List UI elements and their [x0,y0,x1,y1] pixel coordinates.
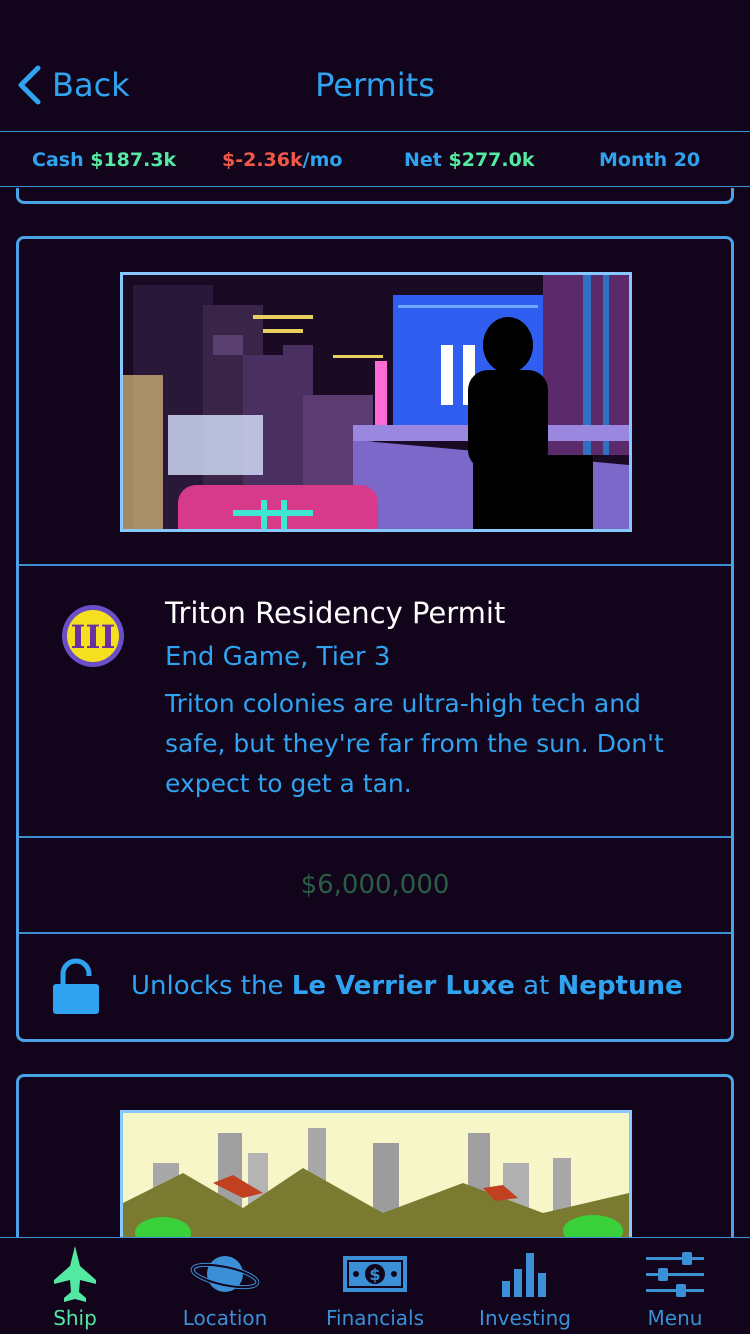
permit-card-next[interactable] [16,1074,734,1237]
permit-card[interactable]: III Triton Residency Permit End Game, Ti… [16,236,734,1042]
city-balcony-illustration [123,275,629,529]
tab-ship[interactable]: Ship [0,1238,150,1334]
tab-financials[interactable]: $ Financials [300,1238,450,1334]
tab-label: Financials [326,1306,424,1330]
burn-rate-value: $-2.36k [222,149,303,171]
tab-label: Investing [479,1306,571,1330]
unlock-row: Unlocks the Le Verrier Luxe at Neptune [19,934,731,1038]
planet-icon [190,1256,260,1292]
permit-image-section-next [19,1077,731,1237]
unlock-prefix: Unlocks the [131,971,292,1001]
net-worth-stat: Net $277.0k [404,133,534,187]
stats-bar: Cash $187.3k $-2.36k/mo Net $277.0k Mont… [0,133,750,187]
net-value: $277.0k [448,149,535,171]
ship-icon [54,1246,96,1302]
unlocked-padlock-icon [53,958,99,1014]
cash-label: Cash [32,149,91,171]
tab-menu[interactable]: Menu [600,1238,750,1334]
unlock-place: Neptune [557,971,683,1001]
app-screen: Back Permits Cash $187.3k $-2.36k/mo Net… [0,0,750,1334]
previous-card-edge [16,188,734,204]
burn-rate-unit: /mo [302,149,343,171]
permits-list[interactable]: III Triton Residency Permit End Game, Ti… [0,188,750,1237]
tier-badge-label: III [71,618,116,656]
bar-chart-icon [502,1253,546,1297]
permit-illustration [120,272,632,532]
tab-location[interactable]: Location [150,1238,300,1334]
tab-label: Location [182,1306,268,1330]
unlock-description: Unlocks the Le Verrier Luxe at Neptune [131,934,683,1038]
permit-subtitle: End Game, Tier 3 [165,642,391,672]
navigation-bar: Back Permits [0,0,750,132]
permit-image-section [19,239,731,566]
tab-label: Ship [53,1306,97,1330]
banknote-icon: $ [343,1256,407,1292]
permit-price[interactable]: $6,000,000 [19,838,731,934]
permit-description: Triton colonies are ultra-high tech and … [165,689,664,798]
unlock-item: Le Verrier Luxe [291,971,515,1001]
permit-illustration-next [120,1110,632,1237]
sliders-icon [646,1252,704,1297]
net-label: Net [404,149,449,171]
month-counter: Month 20 [599,149,701,171]
tier-badge-icon: III [62,605,124,667]
city-hills-illustration [123,1113,629,1237]
page-title: Permits [315,66,435,104]
tab-bar: Ship Location $ Financials Investing Men… [0,1237,750,1334]
burn-rate-stat: $-2.36k/mo [222,133,342,187]
tab-investing[interactable]: Investing [450,1238,600,1334]
cash-value: $187.3k [90,149,177,171]
cash-stat: Cash $187.3k [32,133,176,187]
unlock-mid: at [514,971,558,1001]
tab-label: Menu [647,1306,703,1330]
permit-title: Triton Residency Permit [165,596,506,630]
svg-text:$: $ [369,1265,380,1284]
permit-info: III Triton Residency Permit End Game, Ti… [19,566,731,838]
